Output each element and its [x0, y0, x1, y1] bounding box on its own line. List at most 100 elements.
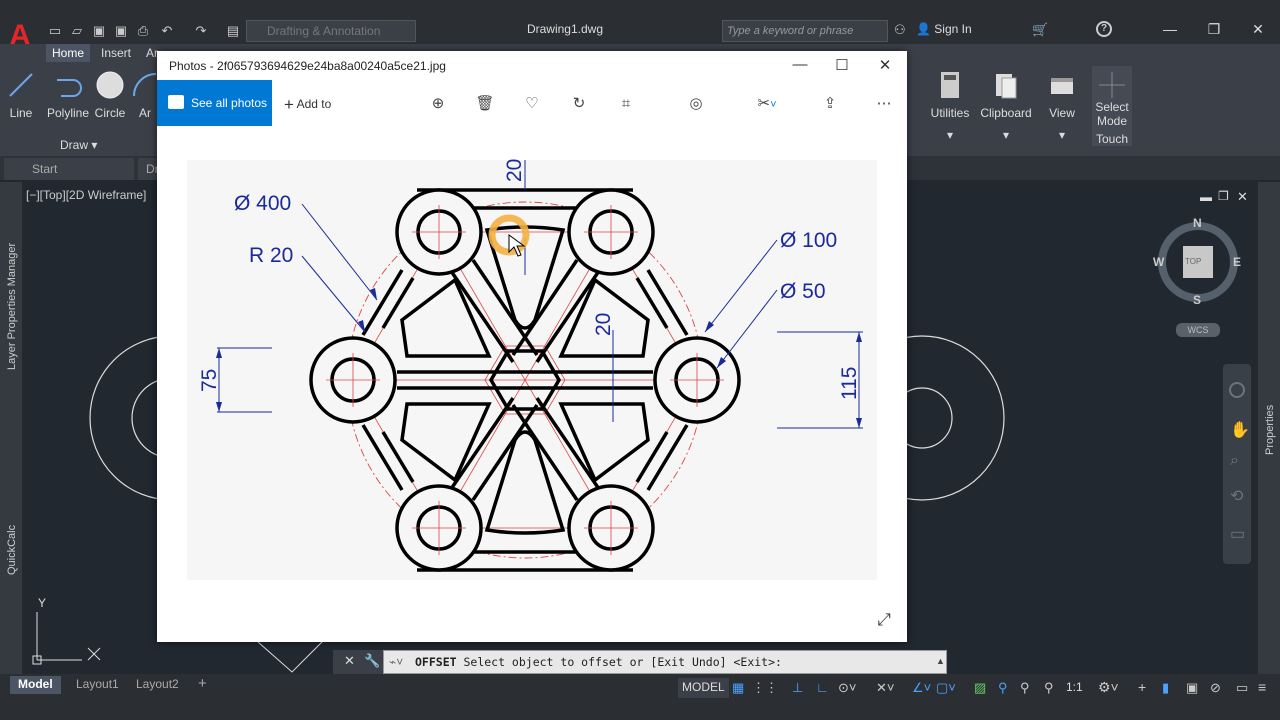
- minimize-button[interactable]: —: [1148, 16, 1192, 42]
- sign-in-button[interactable]: 👤 Sign In: [916, 22, 972, 36]
- workspace-switch-icon[interactable]: ⚙˅: [1098, 679, 1119, 696]
- share-icon[interactable]: ⇪: [820, 94, 840, 114]
- quickcalc-tab[interactable]: QuickCalc: [6, 525, 18, 575]
- grid-icon[interactable]: ▦: [732, 680, 744, 696]
- add-to-button[interactable]: + Add to: [284, 95, 331, 115]
- help-icon[interactable]: ?: [1096, 21, 1112, 37]
- zoom-extents-icon[interactable]: ⌕: [1230, 452, 1239, 470]
- dim-vertical-75: 75: [198, 368, 221, 392]
- properties-tab[interactable]: Properties: [1264, 405, 1276, 455]
- draw-panel-title[interactable]: Draw ▾: [60, 138, 97, 152]
- crop-icon[interactable]: ⌗: [616, 94, 636, 114]
- annotation-scale-value[interactable]: 1:1: [1066, 680, 1083, 694]
- command-history-icon[interactable]: ⌁˅: [389, 655, 403, 669]
- annotation-visibility-icon[interactable]: ⚲: [998, 680, 1008, 696]
- enhance-icon[interactable]: ◎: [686, 94, 706, 114]
- clipboard-button[interactable]: Clipboard ▾: [976, 66, 1036, 146]
- command-close-icon[interactable]: ✕: [344, 653, 355, 669]
- isolate-objects-icon[interactable]: ⊘: [1210, 680, 1221, 696]
- steering-wheel-icon[interactable]: [1229, 382, 1245, 398]
- delete-icon[interactable]: 🗑: [475, 94, 495, 114]
- undo-icon[interactable]: ↶: [158, 22, 176, 40]
- pan-icon[interactable]: ✋: [1230, 420, 1250, 440]
- viewport-close-icon[interactable]: ✕: [1237, 189, 1248, 205]
- fullscreen-icon[interactable]: ⤢: [874, 610, 894, 630]
- photos-title: Photos - 2f065793694629e24ba8a00240a5ce2…: [169, 59, 446, 73]
- tab-insert[interactable]: Insert: [95, 44, 137, 62]
- quick-properties-icon[interactable]: ▣: [1186, 680, 1198, 696]
- viewport-minimize-icon[interactable]: ▬: [1200, 190, 1212, 204]
- search-input[interactable]: Type a keyword or phrase: [722, 20, 888, 42]
- zoom-icon[interactable]: ⊕: [428, 94, 448, 114]
- clipboard-label: Clipboard: [980, 106, 1032, 120]
- edit-create-icon[interactable]: ✂˅: [750, 94, 784, 114]
- ucs-y-label: Y: [38, 596, 47, 610]
- layer-properties-tab[interactable]: Layer Properties Manager: [6, 243, 18, 370]
- touch-label: Touch: [1095, 132, 1129, 146]
- favorite-icon[interactable]: ♡: [522, 94, 542, 114]
- photos-close-button[interactable]: ✕: [870, 56, 900, 76]
- annotation-scale-icon[interactable]: ⚲: [1044, 680, 1054, 696]
- wcs-menu[interactable]: WCS: [1176, 323, 1220, 337]
- command-scroll-up-icon[interactable]: ▲: [936, 656, 945, 666]
- command-customize-icon[interactable]: 🔧: [364, 653, 380, 669]
- new-icon[interactable]: ▭: [46, 22, 64, 40]
- tab-home[interactable]: Home: [46, 44, 91, 62]
- calculator-icon: [941, 72, 959, 98]
- annotation-monitor-icon[interactable]: +: [1138, 679, 1146, 695]
- open-icon[interactable]: ▱: [68, 22, 86, 40]
- tab-layout2[interactable]: Layout2: [128, 676, 187, 694]
- auto-scale-icon[interactable]: ⚲: [1020, 680, 1030, 696]
- lineweight-icon[interactable]: ▨: [974, 680, 986, 696]
- compass-north[interactable]: N: [1193, 216, 1202, 230]
- save-as-icon[interactable]: ▣: [112, 22, 130, 40]
- arc-button[interactable]: Ar: [130, 66, 160, 146]
- redo-icon[interactable]: ↷: [192, 22, 210, 40]
- infer-constraints-icon[interactable]: ⊥: [792, 680, 803, 696]
- compass-west[interactable]: W: [1153, 255, 1164, 269]
- photos-maximize-button[interactable]: ☐: [827, 56, 857, 76]
- view-button[interactable]: View ▾: [1032, 66, 1092, 146]
- snap-icon[interactable]: ⋮⋮: [752, 680, 778, 696]
- see-all-label: See all photos: [191, 96, 268, 110]
- viewcube-top-face[interactable]: TOP: [1185, 257, 1201, 266]
- technical-drawing-image: [187, 160, 877, 580]
- showmotion-icon[interactable]: ▭: [1230, 524, 1245, 544]
- see-all-photos-button[interactable]: See all photos: [157, 80, 272, 126]
- tab-layout1[interactable]: Layout1: [68, 676, 127, 694]
- workspace-dropdown[interactable]: Drafting & Annotation: [246, 20, 416, 42]
- compass-east[interactable]: E: [1233, 255, 1241, 269]
- polar-icon[interactable]: ⊙˅: [838, 680, 856, 696]
- viewport-restore-icon[interactable]: ❐: [1218, 189, 1229, 203]
- sign-in-label: Sign In: [934, 22, 972, 36]
- tab-model[interactable]: Model: [10, 676, 61, 694]
- save-icon[interactable]: ▣: [90, 22, 108, 40]
- rotate-icon[interactable]: ↻: [569, 94, 589, 114]
- restore-button[interactable]: ❐: [1192, 16, 1236, 42]
- photos-minimize-button[interactable]: —: [785, 56, 815, 76]
- line-button[interactable]: Line: [0, 66, 42, 146]
- workspace-icon[interactable]: ▤: [224, 22, 242, 40]
- more-icon[interactable]: ⋯: [874, 94, 894, 114]
- units-icon[interactable]: ▮: [1162, 680, 1169, 696]
- customization-icon[interactable]: ≡: [1258, 679, 1266, 695]
- ortho-icon[interactable]: ∟: [816, 680, 829, 695]
- model-space-toggle[interactable]: MODEL: [678, 678, 729, 698]
- utilities-button[interactable]: Utilities ▾: [920, 66, 980, 146]
- file-tab-start[interactable]: Start: [4, 158, 134, 180]
- arc-icon: [133, 73, 157, 97]
- utilities-label: Utilities: [930, 106, 970, 120]
- object-snap-tracking-icon[interactable]: ∠˅: [912, 680, 931, 696]
- compass-south[interactable]: S: [1193, 293, 1201, 307]
- close-button[interactable]: ✕: [1236, 16, 1280, 42]
- orbit-icon[interactable]: ⟲: [1230, 486, 1243, 506]
- circle-label: Circle: [94, 106, 126, 120]
- cart-icon[interactable]: 🛒: [1032, 22, 1048, 38]
- select-mode-button[interactable]: Select Mode Touch: [1092, 66, 1132, 146]
- add-layout-icon[interactable]: +: [190, 674, 215, 692]
- clean-screen-icon[interactable]: ▭: [1236, 680, 1248, 696]
- print-icon[interactable]: ⎙: [134, 22, 152, 40]
- binoculars-icon[interactable]: ⚇: [894, 22, 906, 38]
- object-snap-icon[interactable]: ▢˅: [936, 680, 956, 696]
- isodraft-icon[interactable]: ✕˅: [876, 680, 894, 696]
